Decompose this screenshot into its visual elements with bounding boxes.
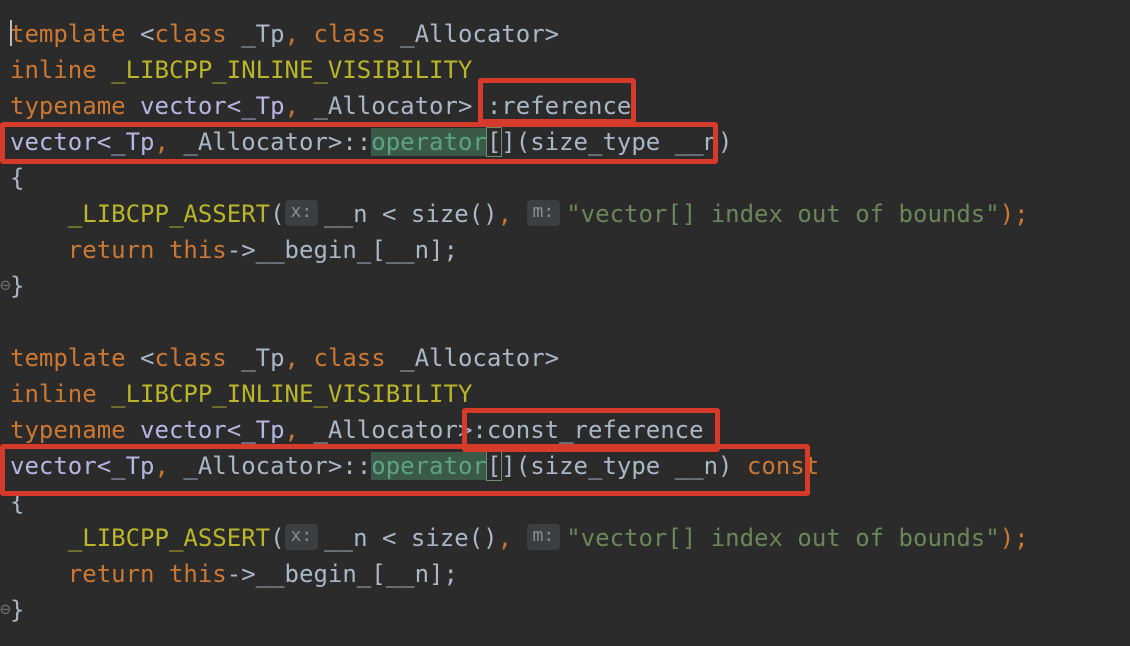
code-line: return this->__begin_[__n]; xyxy=(10,556,1029,592)
punct: , xyxy=(497,524,513,552)
macro: _LIBCPP_INLINE_VISIBILITY xyxy=(96,380,473,408)
code-line: _LIBCPP_ASSERT(x: __n < size(), m: "vector… xyxy=(10,196,1029,232)
punct: ); xyxy=(999,524,1029,552)
keyword: class xyxy=(313,344,386,372)
param-hint-m: m: xyxy=(526,524,561,550)
keyword: class xyxy=(313,20,386,48)
expression: ->__begin_[__n]; xyxy=(226,236,458,264)
macro: _LIBCPP_ASSERT xyxy=(67,200,271,228)
keyword: return xyxy=(67,236,155,264)
expression: ->__begin_[__n]; xyxy=(226,560,458,588)
code-line: { xyxy=(10,160,1029,196)
keyword: typename xyxy=(10,416,126,444)
keyword: return xyxy=(67,560,155,588)
string-literal: "vector[] index out of bounds" xyxy=(566,524,1000,552)
brace: { xyxy=(10,164,25,192)
identifier: _Allocator>:: xyxy=(299,92,502,120)
annotation-box-operator xyxy=(0,122,718,164)
identifier: _Allocator xyxy=(385,344,545,372)
param-hint-x: x: xyxy=(284,200,319,226)
punct: , xyxy=(284,92,299,120)
punct: ( xyxy=(270,200,285,228)
keyword: template xyxy=(10,344,126,372)
punct: > xyxy=(544,20,560,48)
punct: ( xyxy=(270,524,285,552)
keyword: this xyxy=(154,236,227,264)
identifier: _Allocator xyxy=(385,20,545,48)
code-line: ⊖} xyxy=(0,592,1029,628)
code-line: _LIBCPP_ASSERT(x: __n < size(), m: "vector… xyxy=(10,520,1029,556)
keyword: template xyxy=(10,20,126,48)
punct: , xyxy=(497,200,513,228)
expression: __n < size() xyxy=(324,200,498,228)
param-hint-m: m: xyxy=(526,200,561,226)
code-line: template <class _Tp, class _Allocator> xyxy=(10,16,1029,52)
keyword: class xyxy=(154,20,227,48)
identifier: _Allocator> xyxy=(299,416,473,444)
identifier: _Tp xyxy=(226,20,285,48)
punct: ); xyxy=(999,200,1029,228)
string-literal: "vector[] index out of bounds" xyxy=(566,200,1000,228)
text-cursor xyxy=(10,20,12,46)
type-name: vector<_Tp xyxy=(125,92,285,120)
annotation-box-reference xyxy=(478,78,636,124)
brace: } xyxy=(10,272,25,300)
code-line: inline _LIBCPP_INLINE_VISIBILITY xyxy=(10,376,1029,412)
annotation-box-operator-const xyxy=(0,444,810,496)
punct: , xyxy=(284,20,299,48)
macro: _LIBCPP_INLINE_VISIBILITY xyxy=(96,56,473,84)
code-line: return this->__begin_[__n]; xyxy=(10,232,1029,268)
punct: < xyxy=(125,20,155,48)
expression: __n < size() xyxy=(324,524,498,552)
code-line: template <class _Tp, class _Allocator> xyxy=(10,340,1029,376)
macro: _LIBCPP_ASSERT xyxy=(67,524,271,552)
punct: , xyxy=(284,344,299,372)
type-name: vector<_Tp xyxy=(125,416,285,444)
punct: , xyxy=(284,416,299,444)
code-line: ⊖} xyxy=(0,268,1029,304)
keyword: class xyxy=(154,344,227,372)
keyword: inline xyxy=(10,56,97,84)
punct: < xyxy=(125,344,155,372)
identifier: _Tp xyxy=(226,344,285,372)
brace: } xyxy=(10,596,25,624)
fold-icon[interactable]: ⊖ xyxy=(0,268,11,304)
fold-icon[interactable]: ⊖ xyxy=(0,592,11,628)
keyword: this xyxy=(154,560,227,588)
punct: > xyxy=(544,344,560,372)
keyword: typename xyxy=(10,92,126,120)
keyword: inline xyxy=(10,380,97,408)
param-hint-x: x: xyxy=(284,524,319,550)
